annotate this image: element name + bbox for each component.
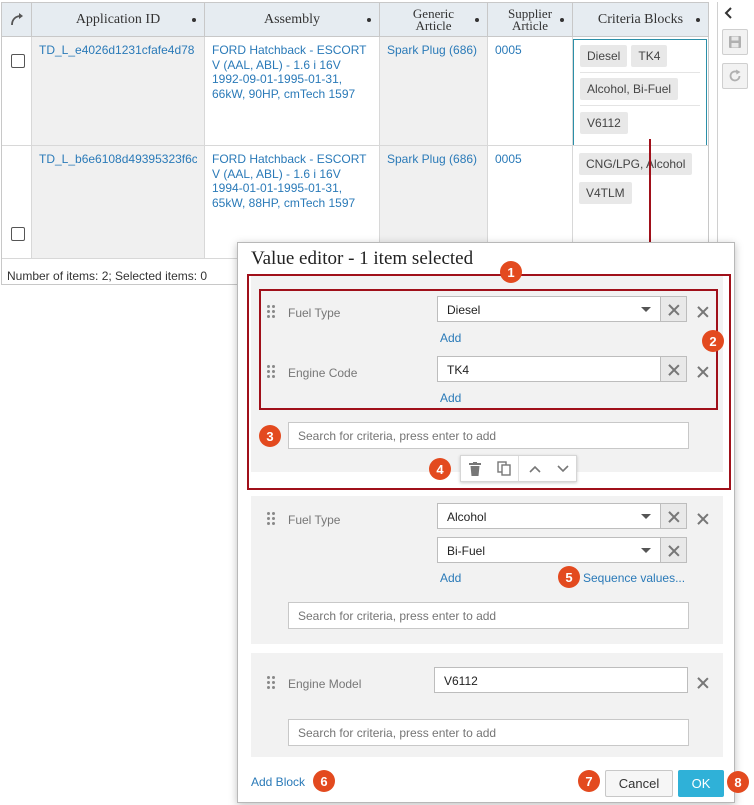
- criteria-cell-editing[interactable]: Diesel TK4 Alcohol, Bi-Fuel V6112: [573, 39, 707, 145]
- header-generic-article[interactable]: Generic Article: [380, 3, 488, 37]
- header-link-column[interactable]: [2, 3, 32, 37]
- remove-criteria-icon[interactable]: [697, 677, 709, 689]
- generic-article-link[interactable]: Spark Plug (686): [387, 152, 480, 167]
- criteria-chip: TK4: [631, 45, 668, 67]
- application-id-link[interactable]: TD_L_b6e6108d49395323f6c: [39, 152, 197, 167]
- callout-badge: 1: [500, 261, 522, 283]
- supplier-article-link[interactable]: 0005: [495, 152, 565, 167]
- drag-handle-icon[interactable]: [267, 512, 277, 526]
- assembly-link[interactable]: FORD Hatchback - ESCORT V (AAL, ABL) - 1…: [212, 43, 372, 101]
- column-menu-icon[interactable]: [560, 18, 564, 22]
- column-menu-icon[interactable]: [475, 18, 479, 22]
- criteria-block: Engine Model V6112: [251, 653, 723, 757]
- criteria-label: Fuel Type: [288, 513, 341, 527]
- callout-badge: 4: [429, 458, 451, 480]
- header-application-id[interactable]: Application ID: [32, 3, 205, 37]
- column-menu-icon[interactable]: [367, 18, 371, 22]
- remove-criteria-icon[interactable]: [697, 513, 709, 525]
- criteria-search-input[interactable]: [288, 602, 689, 629]
- application-id-link[interactable]: TD_L_e4026d1231cfafe4d78: [39, 43, 197, 58]
- refresh-link-icon: [10, 13, 23, 26]
- criteria-search-input[interactable]: [288, 719, 689, 746]
- criteria-chip: V6112: [580, 111, 628, 134]
- callout-badge: 7: [578, 770, 600, 792]
- clear-icon: [668, 545, 680, 557]
- clear-value-button[interactable]: [661, 503, 687, 529]
- header-supplier-article[interactable]: Supplier Article: [488, 3, 573, 37]
- column-menu-icon[interactable]: [192, 18, 196, 22]
- header-criteria-blocks[interactable]: Criteria Blocks: [573, 3, 708, 37]
- save-button[interactable]: [722, 29, 748, 55]
- fuel-type-select[interactable]: Alcohol: [437, 503, 661, 529]
- add-value-link[interactable]: Add: [440, 571, 461, 585]
- grid-header: Application ID Assembly Generic Article S…: [2, 3, 708, 37]
- callout-badge: 2: [702, 330, 724, 352]
- clear-icon: [668, 511, 680, 523]
- grid-item-count: Number of items: 2; Selected items: 0: [7, 269, 208, 283]
- callout-badge: 5: [558, 566, 580, 588]
- collapse-chevron-icon[interactable]: [723, 6, 735, 20]
- ok-button[interactable]: OK: [678, 770, 724, 797]
- reset-icon: [729, 69, 741, 82]
- assembly-link[interactable]: FORD Hatchback - ESCORT V (AAL, ABL) - 1…: [212, 152, 372, 210]
- dialog-title: Value editor - 1 item selected: [251, 248, 474, 269]
- add-block-link[interactable]: Add Block: [251, 775, 305, 789]
- chevron-down-icon: [641, 548, 651, 553]
- header-assembly[interactable]: Assembly: [205, 3, 380, 37]
- table-row[interactable]: TD_L_e4026d1231cfafe4d78 FORD Hatchback …: [2, 37, 708, 146]
- criteria-block-line: Alcohol, Bi-Fuel: [580, 73, 700, 106]
- row-checkbox[interactable]: [11, 54, 25, 68]
- criteria-chip: V4TLM: [579, 182, 632, 204]
- callout-badge: 3: [259, 425, 281, 447]
- chevron-down-icon: [641, 514, 651, 519]
- supplier-article-link[interactable]: 0005: [495, 43, 565, 58]
- highlight-criteria-rows: [259, 289, 718, 410]
- criteria-chip: CNG/LPG, Alcohol: [579, 153, 693, 175]
- sequence-values-link[interactable]: Sequence values...: [583, 571, 685, 585]
- criteria-chip: Diesel: [580, 45, 628, 67]
- engine-model-input[interactable]: V6112: [434, 667, 688, 693]
- criteria-block: Fuel Type Alcohol Bi-Fuel Add Sequence v…: [251, 496, 723, 644]
- generic-article-link[interactable]: Spark Plug (686): [387, 43, 480, 58]
- criteria-block-line: CNG/LPG, Alcohol: [579, 150, 702, 178]
- fuel-type-select[interactable]: Bi-Fuel: [437, 537, 661, 563]
- criteria-block-line: Diesel TK4: [580, 40, 700, 73]
- column-menu-icon[interactable]: [696, 18, 700, 22]
- reset-button[interactable]: [722, 63, 748, 89]
- save-icon: [729, 36, 741, 48]
- drag-handle-icon[interactable]: [267, 676, 277, 690]
- criteria-chip: Alcohol, Bi-Fuel: [580, 78, 679, 100]
- callout-badge: 8: [727, 771, 749, 793]
- row-checkbox[interactable]: [11, 227, 25, 241]
- criteria-label: Engine Model: [288, 677, 362, 691]
- callout-badge: 6: [313, 770, 335, 792]
- cancel-button[interactable]: Cancel: [605, 770, 673, 797]
- clear-value-button[interactable]: [661, 537, 687, 563]
- criteria-block-line: V6112: [580, 106, 700, 139]
- value-editor-dialog: Value editor - 1 item selected Fuel Type…: [237, 242, 749, 803]
- criteria-block-line: V4TLM: [579, 178, 702, 208]
